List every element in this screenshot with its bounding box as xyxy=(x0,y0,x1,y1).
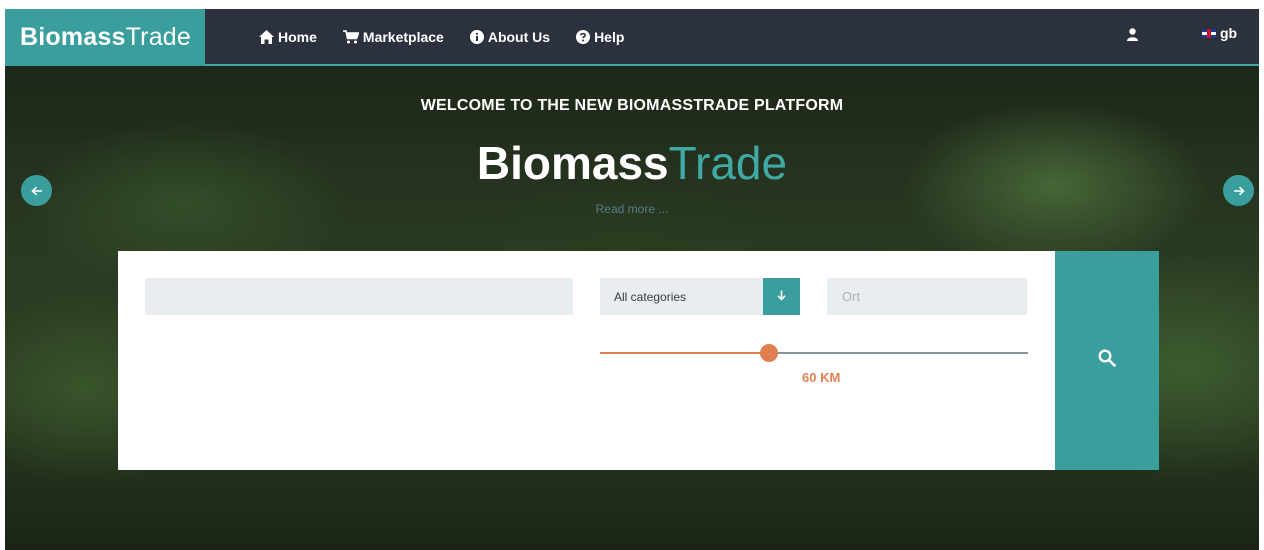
nav-item-marketplace[interactable]: Marketplace xyxy=(342,28,444,45)
brand-logo[interactable]: Biomass Trade xyxy=(5,9,205,66)
search-icon xyxy=(1098,349,1116,372)
app-frame: BiomassTrade Home Marketplace About Us xyxy=(5,9,1259,550)
distance-slider-fill xyxy=(600,352,769,354)
hero-logo: BiomassTrade xyxy=(5,136,1259,190)
brand-bold: Biomass xyxy=(20,23,126,51)
hero-title: WELCOME TO THE NEW BIOMASSTRADE PLATFORM xyxy=(420,97,844,114)
top-navbar: BiomassTrade Home Marketplace About Us xyxy=(5,9,1259,66)
arrow-right-icon xyxy=(1233,183,1245,199)
category-select[interactable]: All categories xyxy=(600,278,800,315)
cart-icon xyxy=(342,29,359,44)
language-selector[interactable]: gb xyxy=(1202,25,1237,41)
category-selected-label: All categories xyxy=(614,289,687,304)
nav-item-home-label: Home xyxy=(278,28,317,45)
distance-slider[interactable] xyxy=(600,344,1028,362)
info-icon xyxy=(469,29,484,44)
nav-item-about-label: About Us xyxy=(487,28,551,45)
distance-value: 60 KM xyxy=(802,370,841,385)
user-menu-button[interactable] xyxy=(1122,27,1142,47)
language-code: gb xyxy=(1220,25,1238,41)
distance-slider-thumb[interactable] xyxy=(760,344,778,362)
read-more-link[interactable]: Read more ... xyxy=(5,202,1259,216)
nav-item-help-label: Help xyxy=(594,28,625,45)
hero-logo-accent: Trade xyxy=(668,137,788,189)
location-placeholder: Ort xyxy=(842,289,861,304)
carousel-next-button[interactable] xyxy=(1223,175,1254,206)
keyword-search-input[interactable] xyxy=(145,278,573,315)
arrow-left-icon xyxy=(30,183,43,199)
question-icon xyxy=(576,29,591,44)
nav-item-marketplace-label: Marketplace xyxy=(362,28,444,45)
home-icon xyxy=(259,29,274,44)
nav-item-help[interactable]: Help xyxy=(576,29,624,45)
nav-links: Home Marketplace About Us Help xyxy=(259,9,624,64)
brand-light: Trade xyxy=(125,23,192,51)
nav-item-about[interactable]: About Us xyxy=(469,28,551,45)
flag-gb-icon xyxy=(1202,28,1216,38)
arrow-down-icon xyxy=(777,289,786,304)
carousel-prev-button[interactable] xyxy=(21,175,52,206)
location-input[interactable]: Ort xyxy=(827,278,1027,315)
nav-item-home[interactable]: Home xyxy=(259,29,317,45)
search-button[interactable] xyxy=(1055,251,1159,470)
category-dropdown-button[interactable] xyxy=(763,278,800,315)
search-panel: All categories Ort 60 KM xyxy=(118,251,1055,470)
hero-logo-bold: Biomass xyxy=(476,137,669,189)
user-icon xyxy=(1126,28,1138,46)
